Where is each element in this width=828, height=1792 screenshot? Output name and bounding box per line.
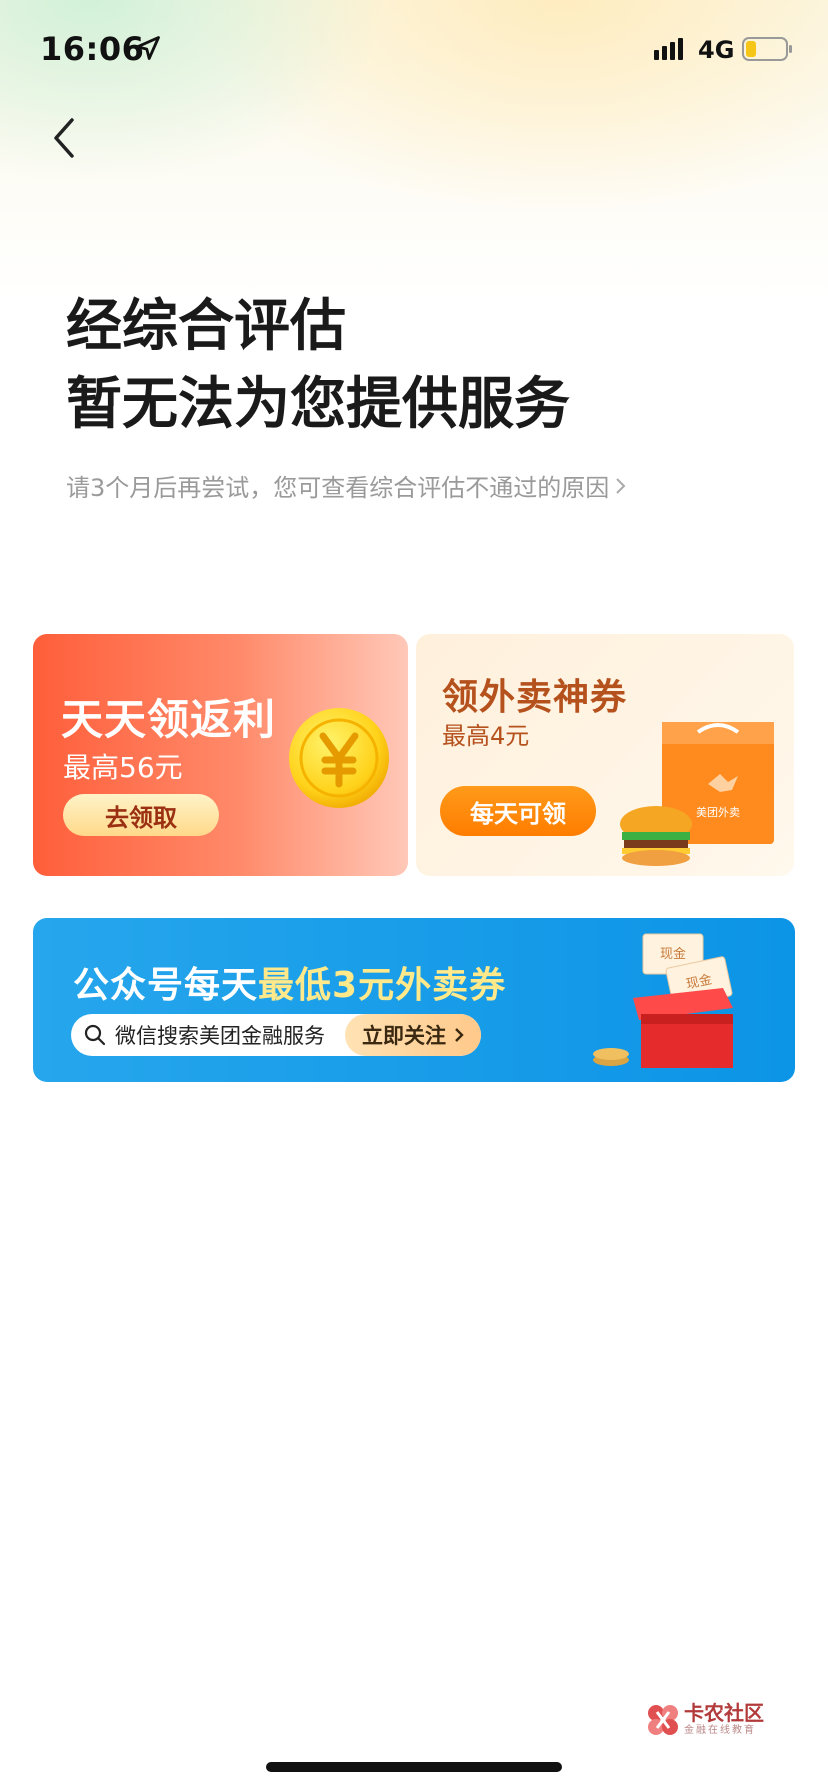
signal-strength-icon (654, 38, 683, 60)
coupon-title: 领外卖神券 (442, 677, 628, 718)
coupon-subtitle: 最高4元 (442, 722, 530, 750)
banner-title-part1: 公众号每天 (73, 965, 259, 1006)
coupon-card[interactable]: 领外卖神券 最高4元 每天可领 美团外卖 (416, 634, 794, 876)
watermark-tagline: 金融在线教育 (684, 1725, 756, 1736)
takeout-bag-burger-icon: 美团外卖 (620, 722, 774, 866)
cash-gift-box-icon: 现金 现金 (593, 933, 733, 1068)
rebate-subtitle: 最高56元 (63, 751, 183, 784)
kanong-logo-icon (648, 1705, 678, 1735)
battery-icon (742, 37, 792, 61)
search-icon (84, 1024, 106, 1046)
note-text-1: 现金 (660, 946, 686, 962)
rebate-card[interactable]: 天天领返利 最高56元 去领取 (33, 634, 408, 876)
network-type: 4G (698, 36, 735, 64)
bag-brand-text: 美团外卖 (696, 806, 740, 819)
title-line-1: 经综合评估 (66, 294, 346, 359)
title-line-2: 暂无法为您提供服务 (66, 372, 570, 437)
follow-button-label: 立即关注 (362, 1024, 446, 1048)
chevron-right-icon (455, 1028, 464, 1042)
location-arrow-icon (136, 36, 160, 60)
status-bar: 16:06 4G (0, 0, 828, 100)
back-button[interactable] (46, 112, 86, 164)
claim-rebate-button[interactable]: 去领取 (63, 794, 219, 836)
watermark: 卡农社区 金融在线教育 (646, 1702, 764, 1738)
reason-link-text: 请3个月后再尝试，您可查看综合评估不通过的原因 (66, 474, 610, 502)
search-hint-text: 微信搜索美团金融服务 (115, 1024, 325, 1048)
rebate-title: 天天领返利 (61, 695, 277, 744)
watermark-name: 卡农社区 (684, 1701, 764, 1725)
chevron-right-icon (616, 477, 626, 494)
status-time: 16:06 (40, 30, 145, 68)
wechat-search-pill[interactable]: 微信搜索美团金融服务 立即关注 (71, 1014, 481, 1056)
banner-title: 公众号每天最低3元外卖券 (73, 956, 506, 1008)
follow-button[interactable]: 立即关注 (345, 1014, 481, 1056)
page-title: 经综合评估 暂无法为您提供服务 (66, 288, 570, 444)
home-indicator[interactable] (266, 1762, 562, 1772)
wechat-follow-banner[interactable]: 公众号每天最低3元外卖券 微信搜索美团金融服务 立即关注 现金 现金 (33, 918, 795, 1082)
banner-title-highlight: 最低3元外卖券 (258, 965, 507, 1006)
yuan-coin-icon (289, 708, 389, 808)
reason-link[interactable]: 请3个月后再尝试，您可查看综合评估不通过的原因 (66, 468, 627, 503)
daily-coupon-button[interactable]: 每天可领 (440, 786, 596, 836)
